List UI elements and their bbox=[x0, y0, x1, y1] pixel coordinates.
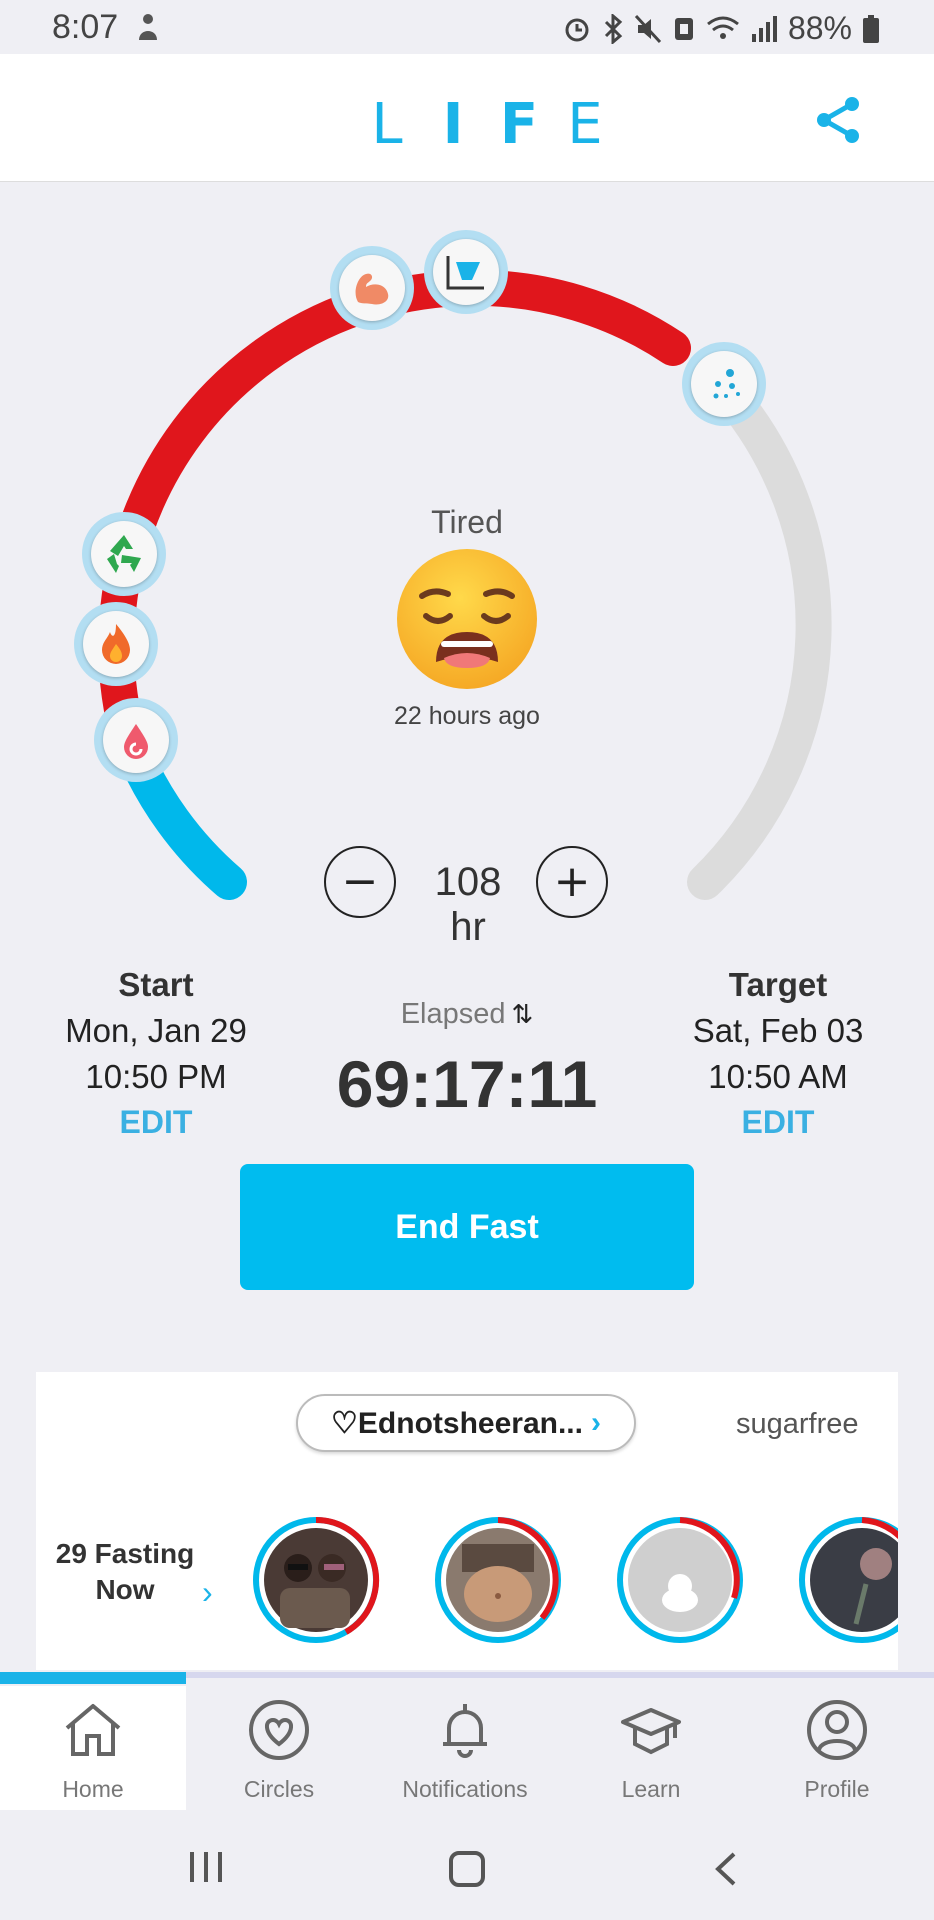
nav-indicator-track bbox=[0, 1672, 934, 1684]
nav-label-home: Home bbox=[62, 1776, 124, 1802]
back-icon[interactable] bbox=[712, 1850, 740, 1888]
recycle-icon bbox=[107, 535, 141, 573]
nav-indicator bbox=[0, 1672, 186, 1684]
battery-percent: 88% bbox=[787, 10, 852, 46]
home-button-icon[interactable] bbox=[448, 1850, 486, 1888]
nfc-icon bbox=[674, 17, 693, 40]
milestone-blood-sugar[interactable] bbox=[94, 698, 178, 782]
milestone-fat-burning[interactable] bbox=[74, 602, 158, 686]
increase-hours-button[interactable]: + bbox=[536, 846, 608, 918]
edit-start-button[interactable]: EDIT bbox=[26, 1104, 286, 1141]
mute-icon bbox=[634, 14, 662, 43]
circle-tab-sugarfree[interactable]: sugarfree bbox=[736, 1408, 859, 1441]
bluetooth-icon bbox=[604, 13, 623, 44]
nav-home[interactable]: Home bbox=[0, 1686, 186, 1810]
logo-letter: F bbox=[499, 92, 539, 157]
nav-label-circles: Circles bbox=[243, 1776, 315, 1802]
target-title: Target bbox=[728, 966, 828, 1003]
system-nav-bar bbox=[0, 1810, 934, 1920]
edit-target-button[interactable]: EDIT bbox=[648, 1104, 908, 1141]
recent-apps-icon[interactable] bbox=[186, 1850, 226, 1886]
start-info: Start Mon, Jan 29 10:50 PM EDIT bbox=[26, 966, 286, 1141]
fasting-now-count[interactable]: 29 Fasting Now bbox=[50, 1536, 200, 1608]
profile-icon bbox=[807, 1700, 867, 1760]
mood-label: Tired bbox=[431, 504, 503, 540]
chart-icon bbox=[446, 256, 484, 290]
nav-label-profile: Profile bbox=[804, 1776, 870, 1802]
nav-circles[interactable]: Circles bbox=[186, 1686, 372, 1810]
heart-circle-icon bbox=[249, 1700, 309, 1760]
logo-letter: L bbox=[371, 92, 403, 157]
milestone-autophagy[interactable] bbox=[82, 512, 166, 596]
nav-notifications[interactable]: Notifications bbox=[372, 1686, 558, 1810]
elapsed-toggle[interactable]: Elapsed ⇅ bbox=[367, 998, 567, 1031]
fast-progress-ring: Tired 22 hours ago − 108 hr + bbox=[0, 182, 934, 949]
milestone-growth-hormone[interactable] bbox=[330, 246, 414, 330]
graduation-cap-icon bbox=[621, 1708, 681, 1755]
life-logo: L I F E bbox=[354, 92, 618, 157]
share-icon[interactable] bbox=[810, 92, 866, 148]
wifi-icon bbox=[707, 16, 739, 39]
member-avatar[interactable] bbox=[250, 1514, 382, 1646]
end-fast-button[interactable]: End Fast bbox=[240, 1164, 694, 1290]
mood-time-ago: 22 hours ago bbox=[394, 702, 540, 730]
nav-profile[interactable]: Profile bbox=[744, 1686, 930, 1810]
muscle-icon bbox=[355, 273, 389, 305]
member-avatar[interactable] bbox=[432, 1514, 564, 1646]
avatar-row-clip bbox=[898, 1502, 934, 1662]
milestone-ketosis[interactable] bbox=[424, 230, 508, 314]
status-time: 8:07 bbox=[52, 8, 119, 46]
logo-letter: I bbox=[442, 92, 464, 157]
blood-drop-icon bbox=[124, 724, 148, 759]
bottom-nav: Home Circles Notifications Learn Profile bbox=[0, 1686, 934, 1810]
circles-card: ♡Ednotsheeran... › sugarfree 29 Fasting … bbox=[36, 1372, 934, 1670]
chevron-right-icon: › bbox=[590, 1406, 601, 1439]
target-date: Sat, Feb 03 bbox=[692, 1012, 864, 1049]
status-icons: 88% bbox=[562, 10, 880, 47]
flame-icon bbox=[102, 624, 130, 664]
chevron-right-icon[interactable]: › bbox=[202, 1574, 213, 1611]
elapsed-label: Elapsed bbox=[400, 998, 506, 1030]
target-duration: 108 hr bbox=[434, 860, 502, 949]
home-icon bbox=[65, 1704, 121, 1756]
start-time: 10:50 PM bbox=[85, 1058, 227, 1095]
swap-icon: ⇅ bbox=[511, 999, 534, 1029]
tired-face-icon[interactable] bbox=[392, 544, 542, 694]
decrease-hours-button[interactable]: − bbox=[324, 846, 396, 918]
circle-name: ♡Ednotsheeran... bbox=[331, 1406, 583, 1440]
member-avatar[interactable] bbox=[614, 1514, 746, 1646]
nav-label-learn: Learn bbox=[621, 1776, 681, 1802]
stem-cell-icon bbox=[713, 369, 740, 399]
duration-control: − 108 hr + bbox=[324, 844, 612, 949]
circle-selector[interactable]: ♡Ednotsheeran... › bbox=[296, 1394, 636, 1452]
signal-icon bbox=[751, 15, 777, 42]
target-info: Target Sat, Feb 03 10:50 AM EDIT bbox=[648, 966, 908, 1141]
remaining-arc bbox=[687, 368, 832, 900]
status-bar: 8:07 88% bbox=[0, 0, 934, 54]
app-header: L I F E bbox=[0, 54, 934, 182]
nav-learn[interactable]: Learn bbox=[558, 1686, 744, 1810]
person-icon bbox=[139, 14, 157, 40]
start-date: Mon, Jan 29 bbox=[65, 1012, 247, 1049]
bell-icon bbox=[443, 1704, 487, 1758]
start-title: Start bbox=[118, 966, 194, 1003]
nav-label-notifications: Notifications bbox=[402, 1776, 528, 1802]
battery-icon bbox=[863, 14, 879, 43]
milestone-stem-cells[interactable] bbox=[682, 342, 766, 426]
logo-letter: E bbox=[567, 92, 603, 157]
target-time: 10:50 AM bbox=[708, 1058, 848, 1095]
alarm-icon bbox=[565, 18, 589, 41]
elapsed-time: 69:17:11 bbox=[336, 1047, 598, 1121]
